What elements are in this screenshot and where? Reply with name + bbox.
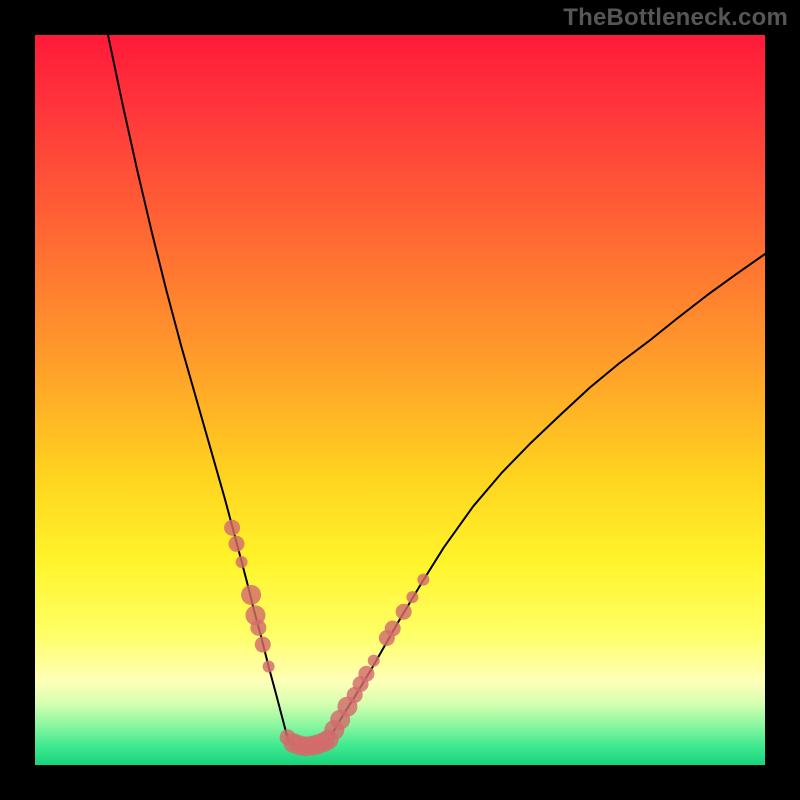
scatter-dot [224,520,240,536]
chart-svg [0,0,800,800]
scatter-dot [417,574,429,586]
scatter-dot [241,585,261,605]
scatter-dot [368,655,380,667]
scatter-dot [406,591,418,603]
scatter-dot [228,536,244,552]
scatter-dot [396,604,412,620]
scatter-dot [255,637,271,653]
scatter-dot [358,666,374,682]
chart-stage: TheBottleneck.com [0,0,800,800]
scatter-dot [250,620,266,636]
plot-area [35,35,765,765]
scatter-dot [236,556,248,568]
scatter-dot [385,620,401,636]
watermark-text: TheBottleneck.com [563,4,788,32]
scatter-dot [263,660,275,672]
